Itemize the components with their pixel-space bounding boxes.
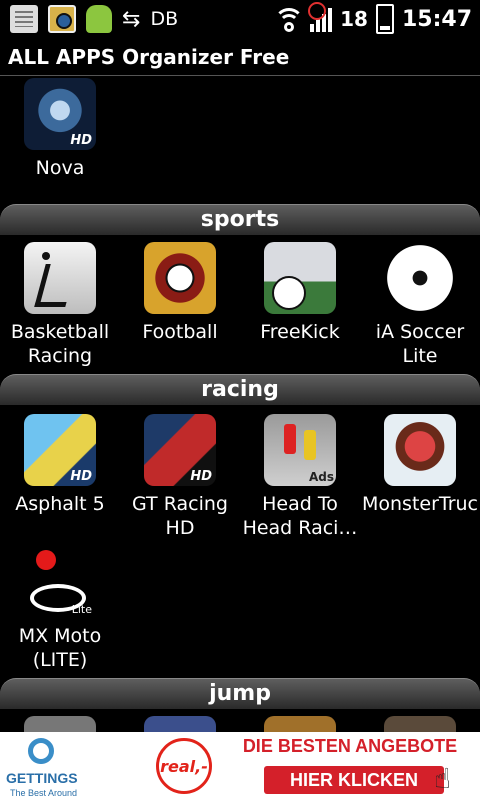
app-label: Nova [35,157,85,179]
app-mx-moto-lite[interactable]: Lite MX Moto (LITE) [0,546,120,672]
asphalt-app-icon: HD [24,414,96,486]
section-header-racing: racing [0,374,480,405]
signal-icon [308,2,333,32]
head-to-head-app-icon: Ads [264,414,336,486]
battery-icon [375,4,394,34]
pointer-hand-icon: ☝ [434,762,452,795]
no-data-icon [308,2,327,20]
nova-app-icon: HD [24,78,96,150]
app-label: MonsterTruc [361,493,479,515]
ads-badge: Ads [308,470,334,484]
app-asphalt-5[interactable]: HD Asphalt 5 [0,414,120,516]
usb-icon: ⇆ [122,6,141,32]
gettings-logo: GETTINGS The Best Around [6,736,78,798]
app-nova[interactable]: HD Nova [0,78,120,180]
app-icon-partial[interactable] [264,716,336,732]
title-bar: ALL APPS Organizer Free [0,38,480,76]
app-label: GT Racing HD [132,493,228,539]
hd-badge: HD [70,469,92,484]
clock: 15:47 [401,6,472,32]
app-basketball-racing[interactable]: Basketball Racing [0,242,120,368]
wifi-icon [274,8,305,32]
app-ia-soccer-lite[interactable]: iA Soccer Lite [360,242,480,368]
status-bar: ⇆ DB 18 15:47 [0,0,480,38]
app-label: Basketball Racing [10,321,110,367]
app-label: Asphalt 5 [15,493,105,515]
ad-brand-tagline: The Best Around [10,788,78,798]
app-icon-partial[interactable] [384,716,456,732]
app-label: Football [142,321,218,343]
ad-cta-button[interactable]: HIER KLICKEN [264,766,444,794]
basketball-app-icon [24,242,96,314]
football-app-icon [144,242,216,314]
section-header-sports: sports [0,204,480,235]
soccer-ball-app-icon [384,242,456,314]
monster-truck-app-icon [384,414,456,486]
section-header-jump: jump [0,678,480,709]
gettings-ring-icon [28,738,54,764]
mx-moto-app-icon: Lite [24,546,96,618]
lite-badge: Lite [71,603,92,616]
android-icon [86,5,112,33]
app-grid[interactable]: HD Nova sports Basketball Racing Footbal… [0,76,480,732]
battery-level: 18 [340,7,368,31]
photo-icon [48,5,76,33]
real-logo: real,- [156,738,212,794]
ad-brand: GETTINGS [6,770,78,786]
app-label: iA Soccer Lite [375,321,465,367]
hd-badge: HD [190,469,212,484]
app-title: ALL APPS Organizer Free [8,45,290,69]
gt-racing-app-icon: HD [144,414,216,486]
app-icon-partial[interactable] [144,716,216,732]
app-football[interactable]: Football [120,242,240,344]
ad-banner[interactable]: GETTINGS The Best Around real,- DIE BEST… [0,732,480,800]
carrier-text: DB [150,8,179,30]
app-head-to-head-racing[interactable]: Ads Head To Head Raci… [240,414,360,540]
app-icon-partial[interactable] [24,716,96,732]
hd-badge: HD [70,133,92,148]
app-label: Head To Head Raci… [242,493,358,539]
freekick-app-icon [264,242,336,314]
app-monstertruck[interactable]: MonsterTruc [360,414,480,516]
app-label: FreeKick [260,321,340,343]
ad-headline: DIE BESTEN ANGEBOTE [242,736,458,756]
app-gt-racing-hd[interactable]: HD GT Racing HD [120,414,240,540]
app-label: MX Moto (LITE) [18,625,102,671]
notes-icon [10,5,38,33]
app-freekick[interactable]: FreeKick [240,242,360,344]
